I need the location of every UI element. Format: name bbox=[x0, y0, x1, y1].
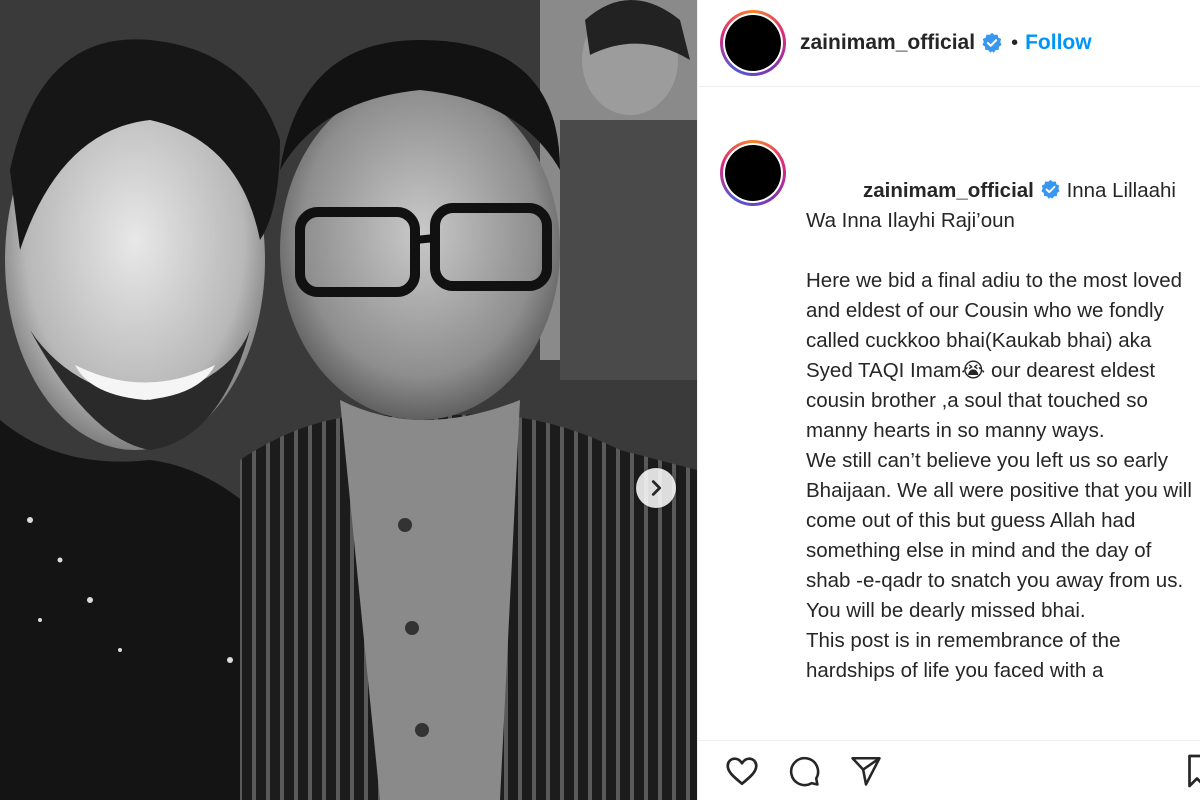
username-link[interactable]: zainimam_official bbox=[800, 31, 975, 55]
heart-icon bbox=[726, 756, 758, 785]
caption-line: This post is in remembrance of the hards… bbox=[806, 629, 1127, 682]
caption-avatar[interactable] bbox=[720, 140, 786, 206]
post-side-panel: zainimam_official • Follow zainimam_offi… bbox=[697, 0, 1200, 800]
caption-line: We still can’t believe you left us so ea… bbox=[806, 449, 1198, 592]
avatar-image bbox=[725, 15, 781, 71]
post-caption: zainimam_official Inna Lillaahi Wa Inna … bbox=[806, 146, 1196, 686]
next-photo-button[interactable] bbox=[636, 468, 676, 508]
comment-icon bbox=[789, 756, 820, 786]
chevron-right-icon bbox=[651, 480, 662, 496]
photo-scene bbox=[0, 0, 697, 800]
save-button[interactable] bbox=[1185, 753, 1200, 794]
share-button[interactable] bbox=[846, 751, 886, 791]
avatar[interactable] bbox=[720, 10, 786, 76]
comment-button[interactable] bbox=[784, 751, 824, 791]
post-photo[interactable] bbox=[0, 0, 697, 800]
paper-plane-icon bbox=[851, 756, 881, 786]
avatar-image bbox=[725, 145, 781, 201]
caption-line: You will be dearly missed bhai. bbox=[806, 599, 1086, 622]
instagram-post: zainimam_official • Follow zainimam_offi… bbox=[0, 0, 1200, 800]
caption-username[interactable]: zainimam_official bbox=[863, 179, 1034, 202]
verified-badge-icon bbox=[1041, 179, 1060, 199]
like-button[interactable] bbox=[722, 751, 762, 791]
header-meta: zainimam_official • Follow bbox=[800, 31, 1092, 55]
verified-badge-icon bbox=[982, 32, 1002, 53]
separator-dot: • bbox=[1011, 31, 1019, 54]
follow-button[interactable]: Follow bbox=[1025, 31, 1092, 55]
caption-area[interactable]: zainimam_official Inna Lillaahi Wa Inna … bbox=[698, 88, 1200, 740]
action-bar bbox=[698, 740, 1200, 800]
caption-line: Here we bid a final adiu to the most lov… bbox=[806, 269, 1188, 442]
bookmark-icon bbox=[1188, 754, 1200, 788]
post-header: zainimam_official • Follow bbox=[698, 0, 1200, 87]
